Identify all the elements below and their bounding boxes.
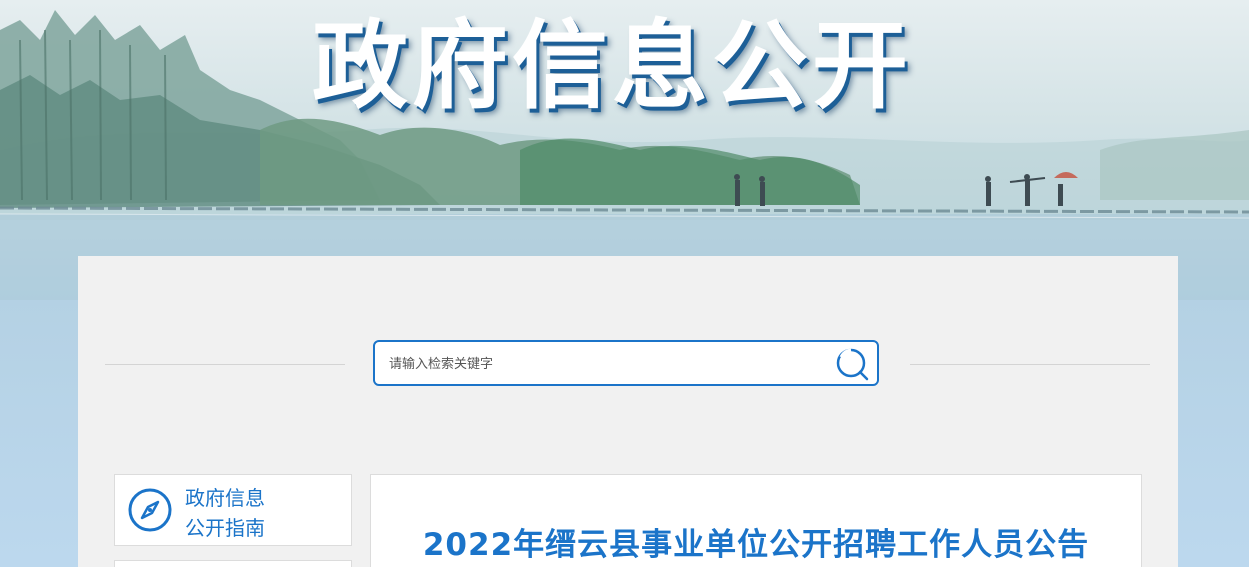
article-title: 2022年缙云县事业单位公开招聘工作人员公告 bbox=[422, 527, 1090, 563]
sidebar-item-next[interactable] bbox=[114, 560, 352, 567]
sidebar-item-label: 政府信息 公开指南 bbox=[185, 483, 265, 543]
page: 政府信息公开 政府信息 bbox=[0, 0, 1249, 567]
search-icon[interactable] bbox=[835, 347, 869, 381]
guide-label-line1: 政府信息 bbox=[185, 486, 265, 510]
article-card: 2022年缙云县事业单位公开招聘工作人员公告 bbox=[370, 474, 1142, 567]
banner-title: 政府信息公开 bbox=[312, 10, 912, 122]
header-banner: 政府信息公开 bbox=[0, 0, 1249, 300]
guide-label-line2: 公开指南 bbox=[185, 516, 265, 540]
divider-left bbox=[105, 364, 345, 365]
main-panel: 政府信息 公开指南 2022年缙云县事业单位公开招聘工作人员公告 bbox=[78, 256, 1178, 567]
search-box bbox=[373, 340, 879, 386]
divider-right bbox=[910, 364, 1150, 365]
compass-icon bbox=[127, 487, 173, 533]
sidebar-item-guide[interactable]: 政府信息 公开指南 bbox=[114, 474, 352, 546]
search-input[interactable] bbox=[387, 351, 821, 377]
